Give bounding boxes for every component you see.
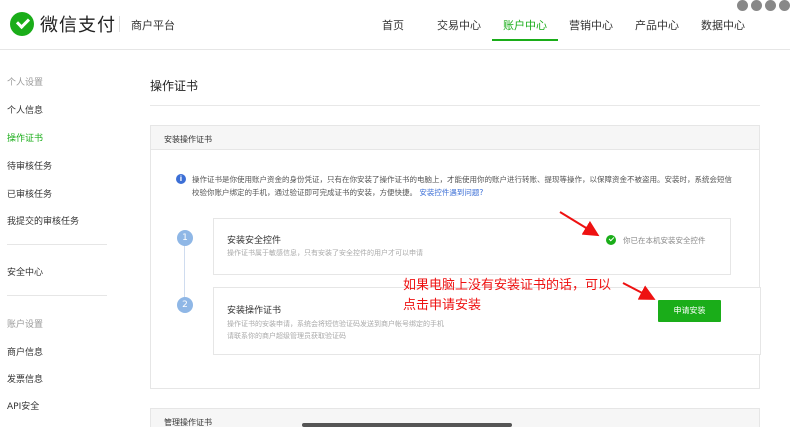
page-title: 操作证书 [150,79,199,93]
apply-install-button[interactable]: 申请安装 [658,300,721,322]
header-divider [119,16,120,32]
nav-home[interactable]: 首页 [360,17,426,33]
sidebar: 个人设置 个人信息 操作证书 待审核任务 已审核任务 我提交的审核任务 安全中心… [0,51,120,427]
nav-data-center[interactable]: 数据中心 [690,17,756,33]
annotation-note: 如果电脑上没有安装证书的话，可以 点击申请安装 [403,278,612,313]
help-icon[interactable] [751,0,762,11]
check-icon [606,235,616,245]
step-number-1: 1 [177,230,193,246]
step-desc: 操作证书属于敏感信息，只有安装了安全控件的用户才可以申请 [227,249,423,257]
sidebar-item-personal-info[interactable]: 个人信息 [7,103,43,116]
step-timeline [184,241,185,301]
main-nav: 首页 交易中心 账户中心 营销中心 产品中心 数据中心 [360,17,756,41]
sidebar-group-personal: 个人设置 [7,78,44,88]
sidebar-item-security-center[interactable]: 安全中心 [7,265,43,278]
nav-trade-center[interactable]: 交易中心 [426,17,492,33]
settings-icon[interactable] [737,0,748,11]
step-title: 安装安全控件 [227,236,282,246]
sidebar-item-api-security[interactable]: API安全 [7,399,39,412]
sidebar-group-account: 账户设置 [7,320,44,330]
nav-marketing-center[interactable]: 营销中心 [558,17,624,33]
sidebar-divider [7,244,107,245]
step-title: 安装操作证书 [227,306,282,316]
install-help-link[interactable]: 安装控件遇到问题? [419,188,483,197]
sidebar-item-reviewed[interactable]: 已审核任务 [7,187,52,200]
minimize-icon[interactable] [765,0,776,11]
top-header: 微信支付 商户平台 首页 交易中心 账户中心 营销中心 产品中心 数据中心 [0,0,790,50]
installed-status: 你已在本机安装安全控件 [623,236,706,245]
info-notice: i 操作证书是你使用账户资金的身份凭证，只有在你安装了操作证书的电脑上，才能使用… [176,173,736,199]
wechat-pay-logo[interactable]: 微信支付 [10,11,116,37]
nav-product-center[interactable]: 产品中心 [624,17,690,33]
step-install-control: 安装安全控件 操作证书属于敏感信息，只有安装了安全控件的用户才可以申请 你已在本… [213,218,731,275]
install-cert-card: 安装操作证书 i 操作证书是你使用账户资金的身份凭证，只有在你安装了操作证书的电… [150,125,761,389]
step-number-2: 2 [177,297,193,313]
sidebar-item-pending-review[interactable]: 待审核任务 [7,159,52,172]
horizontal-scrollbar[interactable] [302,423,512,427]
logout-icon[interactable] [779,0,790,11]
title-divider [150,105,760,106]
sidebar-item-merchant-info[interactable]: 商户信息 [7,345,43,358]
brand-name: 微信支付 [40,15,116,36]
card-title: 安装操作证书 [151,126,759,150]
wechat-pay-icon [10,12,34,36]
nav-account-center[interactable]: 账户中心 [492,17,558,41]
sidebar-divider [7,295,107,296]
platform-label: 商户平台 [131,19,175,32]
step-desc: 操作证书的安装申请，系统会将短信验证码发送到商户帐号绑定的手机 [227,320,444,328]
info-text: 操作证书是你使用账户资金的身份凭证，只有在你安装了操作证书的电脑上，才能使用你的… [192,175,732,197]
sidebar-item-my-submitted[interactable]: 我提交的审核任务 [7,214,79,227]
top-right-icons [734,0,790,11]
sidebar-item-op-cert[interactable]: 操作证书 [7,131,43,144]
step-desc: 请联系你的商户超级管理员获取验证码 [227,332,346,340]
sidebar-item-invoice-info[interactable]: 发票信息 [7,372,43,385]
info-icon: i [176,174,186,184]
